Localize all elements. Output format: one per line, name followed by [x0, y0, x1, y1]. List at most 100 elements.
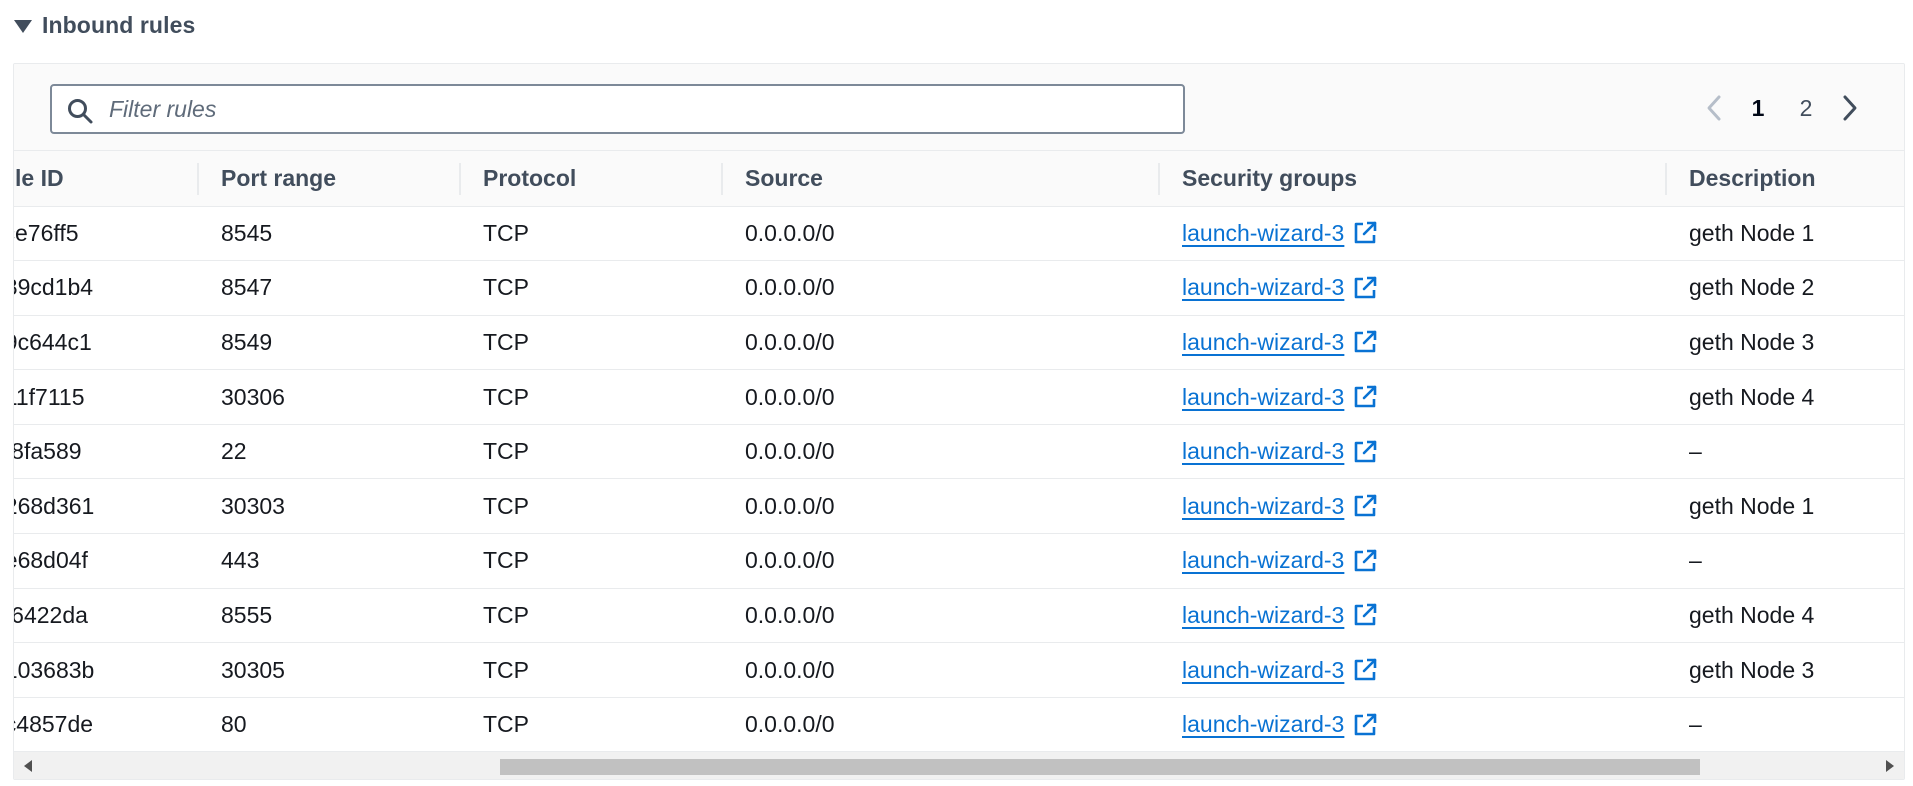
- rule-id: 5f6422da: [14, 601, 88, 628]
- description-cell: geth Node 4: [1667, 369, 1904, 425]
- external-link-icon: [1355, 221, 1377, 244]
- source-cell: 0.0.0.0/0: [723, 206, 1160, 262]
- source-cell: 0.0.0.0/0: [723, 315, 1160, 371]
- table-row: 59c644c1 8549TCP0.0.0.0/0 launch-wizard-3 g…: [14, 315, 1904, 371]
- security-group-cell: launch-wizard-3: [1160, 424, 1667, 480]
- security-group-label: launch-wizard-3: [1182, 711, 1345, 738]
- security-group-label: launch-wizard-3: [1182, 219, 1345, 246]
- column-header-rule-id[interactable]: rule ID: [14, 151, 199, 207]
- table-row: 6103683b 30305TCP0.0.0.0/0 launch-wizard-3…: [14, 642, 1904, 698]
- page-2-button[interactable]: 2: [1782, 95, 1830, 122]
- security-group-link[interactable]: launch-wizard-3: [1182, 711, 1378, 738]
- external-link-icon: [1355, 494, 1377, 517]
- rule-id: b268d361: [14, 492, 95, 519]
- table-row: b268d361 30303TCP0.0.0.0/0 launch-wizard-3…: [14, 478, 1904, 535]
- security-group-cell: launch-wizard-3: [1160, 642, 1667, 698]
- external-link-icon: [1355, 604, 1377, 626]
- description-cell: –: [1667, 533, 1904, 589]
- security-group-cell: launch-wizard-3: [1160, 697, 1667, 751]
- horizontal-scrollbar[interactable]: [14, 751, 1904, 779]
- rule-id: 6103683b: [14, 656, 95, 683]
- chevron-left-icon: [1707, 95, 1721, 121]
- security-group-cell: launch-wizard-3: [1160, 369, 1667, 425]
- table-row: 5f6422da 8555TCP0.0.0.0/0 launch-wizard-3 g…: [14, 588, 1904, 644]
- table-row: 5f8fa589 22TCP0.0.0.0/0 launch-wizard-3 –: [14, 424, 1904, 480]
- filter-rules-input[interactable]: [52, 86, 1183, 132]
- rule-id-cell: 5f6422da: [14, 588, 199, 644]
- table-row: 589cd1b4 8547TCP0.0.0.0/0 launch-wizard-3 g…: [14, 260, 1904, 316]
- inbound-rules-header[interactable]: Inbound rules: [14, 8, 195, 42]
- rule-id-cell: 59c644c1: [14, 315, 199, 371]
- rule-id: 5f8fa589: [14, 438, 82, 465]
- security-group-cell: launch-wizard-3: [1160, 315, 1667, 371]
- security-group-link[interactable]: launch-wizard-3: [1182, 220, 1378, 247]
- rules-table-container: rule ID Port range Protocol Source Secur…: [14, 151, 1904, 751]
- column-header-protocol[interactable]: Protocol: [461, 151, 723, 207]
- description-cell: –: [1689, 711, 1702, 738]
- description-cell: geth Node 3: [1667, 315, 1904, 371]
- security-group-label: launch-wizard-3: [1182, 383, 1345, 410]
- external-link-icon: [1355, 276, 1377, 299]
- external-link-icon: [1355, 658, 1377, 681]
- scrollbar-thumb[interactable]: [500, 759, 1700, 775]
- security-group-link[interactable]: launch-wizard-3: [1182, 274, 1378, 301]
- port-range-cell: 30303: [199, 478, 461, 535]
- filter-box[interactable]: [50, 84, 1185, 134]
- security-group-cell: launch-wizard-3: [1160, 478, 1667, 535]
- column-header-source[interactable]: Source: [723, 151, 1160, 207]
- scroll-right-arrow-icon[interactable]: [1886, 760, 1894, 772]
- protocol-cell: TCP: [461, 206, 723, 262]
- port-range-cell: 8547: [199, 260, 461, 316]
- security-group-link[interactable]: launch-wizard-3: [1182, 547, 1378, 574]
- scroll-left-arrow-icon[interactable]: [24, 760, 32, 772]
- next-page-button[interactable]: [1830, 88, 1870, 128]
- table-row: 011f7115 30306TCP0.0.0.0/0 launch-wizard-3…: [14, 369, 1904, 425]
- column-header-description[interactable]: Description: [1667, 151, 1904, 207]
- source-cell: 0.0.0.0/0: [723, 642, 1160, 698]
- port-range-cell: 80: [221, 711, 247, 738]
- column-header-label: Port range: [221, 164, 337, 191]
- rule-id-cell: 5f8fa589: [14, 424, 199, 480]
- source-cell: 0.0.0.0/0: [723, 369, 1160, 425]
- rule-id: cce76ff5: [14, 219, 79, 246]
- pagination: 1 2: [1694, 88, 1870, 128]
- protocol-cell: TCP: [461, 260, 723, 316]
- external-link-icon: [1355, 331, 1377, 353]
- security-group-link[interactable]: launch-wizard-3: [1182, 602, 1378, 629]
- security-group-cell: launch-wizard-3: [1160, 206, 1667, 262]
- caret-down-icon[interactable]: [14, 19, 32, 33]
- protocol-cell: TCP: [461, 642, 723, 698]
- security-group-link[interactable]: launch-wizard-3: [1182, 384, 1378, 411]
- description-cell: geth Node 4: [1667, 588, 1904, 644]
- rule-id-cell: b268d361: [14, 478, 199, 535]
- protocol-cell: TCP: [461, 315, 723, 371]
- rule-id: 011f7115: [14, 383, 85, 410]
- protocol-cell: TCP: [483, 711, 529, 738]
- security-group-label: launch-wizard-3: [1182, 656, 1345, 683]
- rules-table: rule ID Port range Protocol Source Secur…: [14, 151, 1904, 751]
- previous-page-button[interactable]: [1694, 88, 1734, 128]
- section-title: Inbound rules: [42, 11, 196, 38]
- page-1-button[interactable]: 1: [1734, 95, 1782, 122]
- column-header-label: Source: [745, 164, 823, 191]
- rule-id: 1e68d04f: [14, 547, 88, 574]
- security-group-label: launch-wizard-3: [1182, 328, 1345, 355]
- description-cell: geth Node 2: [1667, 260, 1904, 316]
- security-group-link[interactable]: launch-wizard-3: [1182, 329, 1378, 356]
- column-header-label: Description: [1689, 164, 1816, 191]
- security-group-link[interactable]: launch-wizard-3: [1182, 438, 1378, 465]
- security-group-cell: launch-wizard-3: [1160, 588, 1667, 644]
- column-header-security-groups[interactable]: Security groups: [1160, 151, 1667, 207]
- security-group-link[interactable]: launch-wizard-3: [1182, 493, 1378, 520]
- protocol-cell: TCP: [461, 533, 723, 589]
- source-cell: 0.0.0.0/0: [723, 424, 1160, 480]
- table-row: 1e68d04f 443TCP0.0.0.0/0 launch-wizard-3 –: [14, 533, 1904, 589]
- security-group-link[interactable]: launch-wizard-3: [1182, 657, 1378, 684]
- rule-id-cell: 6103683b: [14, 642, 199, 698]
- rule-id-cell: 011f7115: [14, 369, 199, 425]
- column-header-port-range[interactable]: Port range: [199, 151, 461, 207]
- chevron-right-icon: [1843, 95, 1857, 121]
- port-range-cell: 8549: [199, 315, 461, 371]
- external-link-icon: [1355, 549, 1377, 572]
- source-cell: 0.0.0.0/0: [723, 588, 1160, 644]
